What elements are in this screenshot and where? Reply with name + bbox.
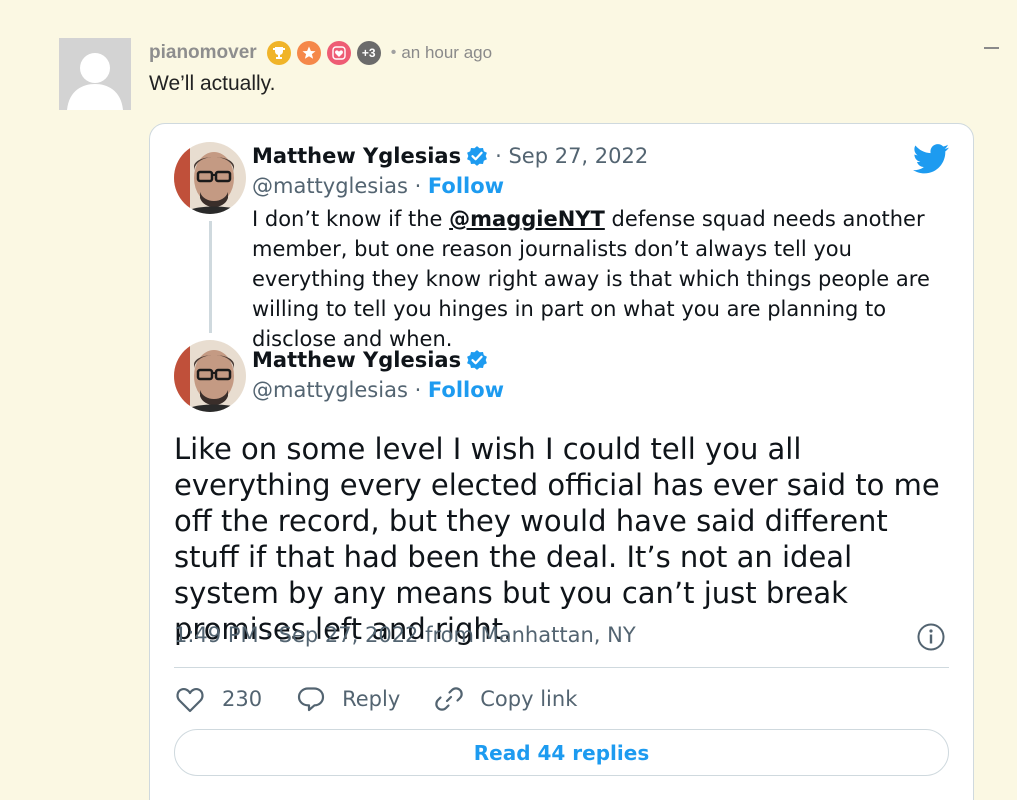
verified-badge-icon — [467, 350, 488, 370]
copy-link-button[interactable]: Copy link — [434, 684, 577, 714]
thread-line — [209, 221, 212, 333]
main-author-handle[interactable]: @mattyglesias — [252, 378, 408, 402]
heart-icon[interactable] — [326, 41, 351, 65]
separator: • — [390, 44, 397, 61]
tweet-actions: 230 Reply Copy link — [174, 681, 611, 717]
comment-timestamp[interactable]: an hour ago — [401, 43, 492, 63]
handle-separator: · — [407, 174, 428, 198]
more-badges-count[interactable]: +3 — [356, 41, 381, 65]
info-icon[interactable] — [916, 622, 946, 652]
verified-badge-icon — [467, 146, 488, 166]
avatar[interactable] — [59, 38, 131, 110]
comment-text: We’ll actually. — [149, 72, 276, 95]
reply-button[interactable]: Reply — [296, 684, 400, 714]
follow-button[interactable]: Follow — [428, 378, 504, 402]
handle-separator: · — [407, 378, 428, 402]
heart-icon — [176, 687, 204, 713]
main-author-name[interactable]: Matthew Yglesias — [252, 348, 461, 372]
read-replies-button[interactable]: Read 44 replies — [174, 729, 949, 776]
profile-photo — [174, 340, 246, 412]
main-author-row: Matthew Yglesias — [252, 348, 489, 372]
copy-link-label: Copy link — [480, 687, 578, 711]
default-avatar-icon — [59, 38, 131, 110]
reply-bubble-icon — [297, 687, 325, 712]
tweet-timestamp[interactable]: 1:49 PM · Sep 27, 2022 from Manhattan, N… — [174, 623, 636, 647]
like-count: 230 — [222, 687, 263, 711]
profile-photo — [174, 142, 246, 214]
username[interactable]: pianomover — [149, 42, 257, 64]
comment-header: pianomover +3 • an hour ago — [149, 38, 492, 68]
reply-date[interactable]: · Sep 27, 2022 — [495, 144, 648, 168]
embedded-tweet[interactable]: Matthew Yglesias · Sep 27, 2022 @mattygl… — [149, 123, 974, 800]
collapse-icon[interactable] — [984, 47, 999, 49]
reply-author-handle[interactable]: @mattyglesias — [252, 174, 408, 198]
mention-link[interactable]: @maggieNYT — [449, 207, 605, 231]
comment-thread: pianomover +3 • an hour ago We’ll actual… — [0, 0, 1017, 800]
reply-author-name[interactable]: Matthew Yglesias — [252, 144, 461, 168]
like-button[interactable]: 230 — [174, 684, 262, 714]
trophy-icon[interactable] — [266, 41, 291, 65]
main-author-avatar[interactable] — [174, 340, 246, 412]
divider — [174, 667, 949, 668]
reply-handle-row: @mattyglesias · Follow — [252, 174, 504, 198]
reply-author-avatar[interactable] — [174, 142, 246, 214]
reply-label: Reply — [342, 687, 401, 711]
main-handle-row: @mattyglesias · Follow — [252, 378, 504, 402]
star-icon[interactable] — [296, 41, 321, 65]
reply-author-row: Matthew Yglesias · Sep 27, 2022 — [252, 144, 648, 168]
reply-tweet-text: I don’t know if the @maggieNYT defense s… — [252, 204, 942, 354]
main-tweet-text: Like on some level I wish I could tell y… — [174, 432, 940, 646]
reply-text-before: I don’t know if the — [252, 207, 450, 231]
twitter-bird-icon[interactable] — [913, 144, 950, 174]
follow-button[interactable]: Follow — [428, 174, 504, 198]
link-icon — [435, 687, 464, 711]
